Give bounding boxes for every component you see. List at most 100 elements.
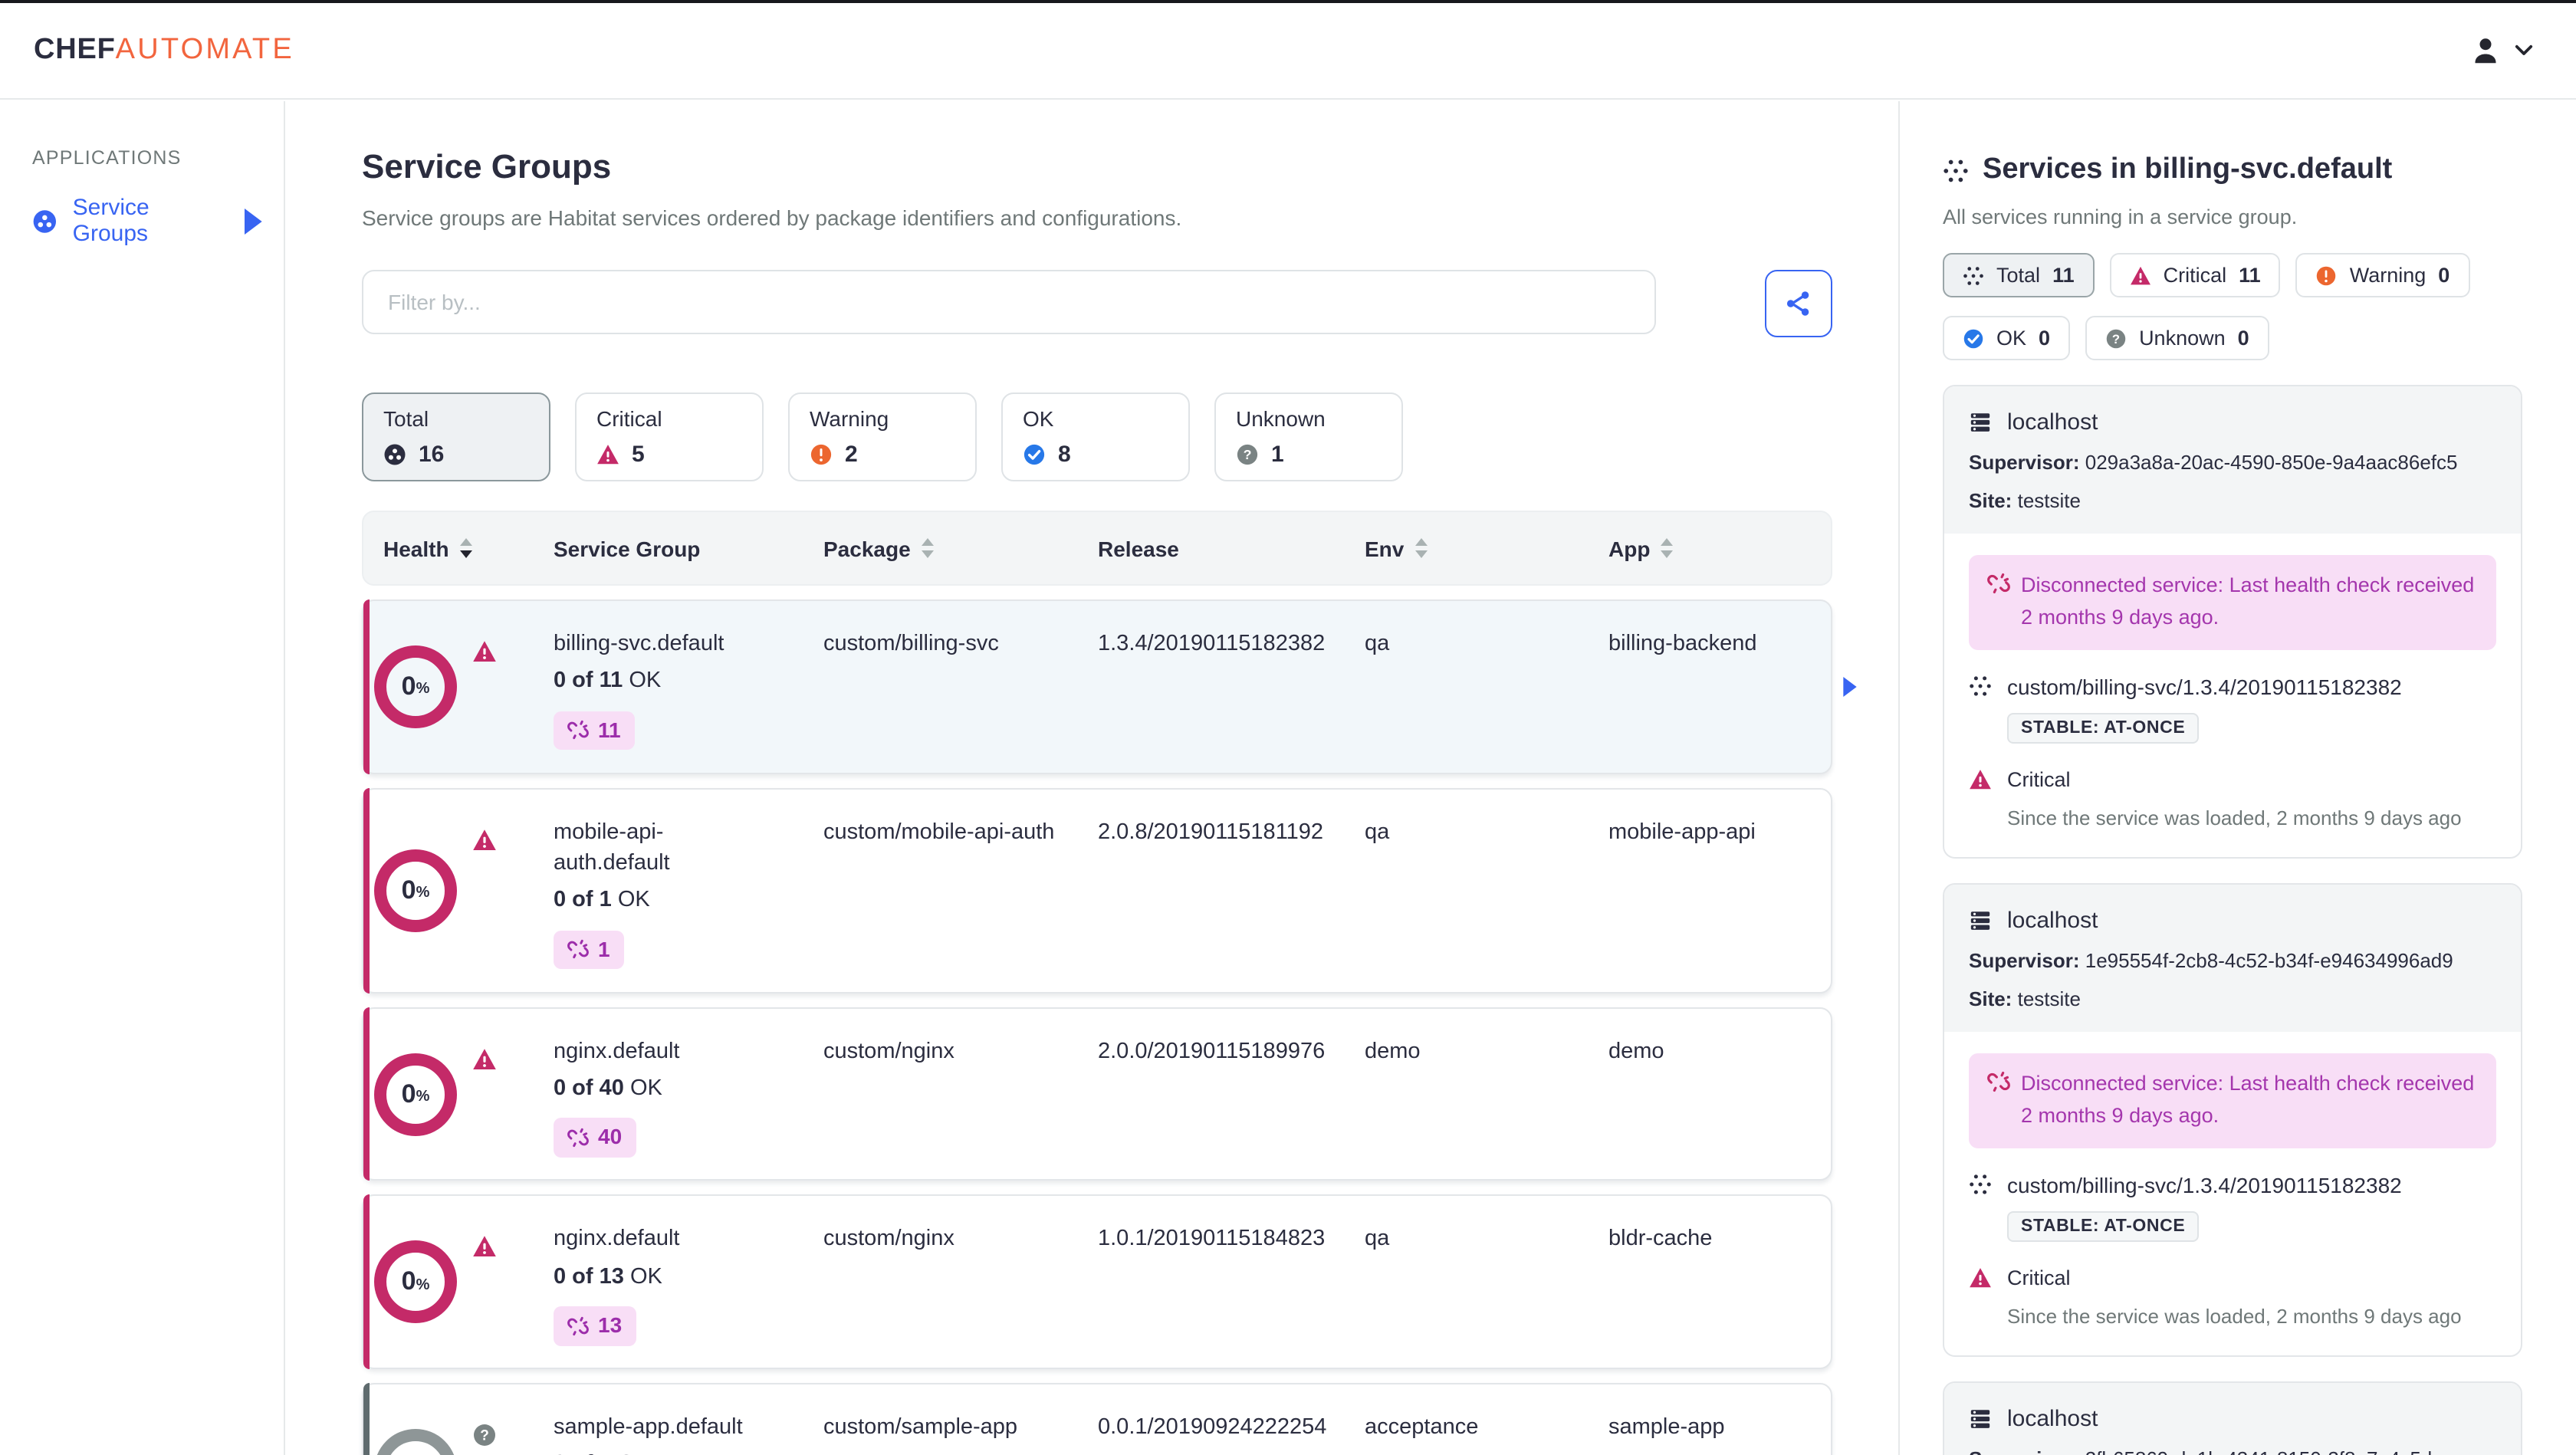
server-icon [1969,909,1992,932]
panel-status-pill[interactable]: Total 11 [1943,253,2095,297]
share-icon [1785,290,1812,317]
release-cell: 0.0.1/20190924222254 [1098,1415,1327,1440]
chef-automate-logo[interactable]: CHEFAUTOMATE [34,34,294,67]
panel-status-pill[interactable]: Critical 11 [2109,253,2281,297]
page-subtitle: Service groups are Habitat services orde… [362,205,1182,230]
host-name: localhost [2007,907,2098,934]
column-header: Service Group [554,536,701,560]
services-icon [1963,264,1984,286]
warning-icon [810,443,833,466]
panel-status-pill[interactable]: ? Unknown 0 [2085,316,2269,360]
panel-status-pill[interactable]: Warning 0 [2295,253,2470,297]
share-button[interactable] [1765,270,1832,337]
health-donut: 0% [374,1053,457,1136]
disconnected-count-badge: 11 [554,711,635,750]
ok-ratio: 0 of 13 OK [554,1264,662,1289]
broken-link-icon [567,720,589,741]
server-icon [1969,411,1992,434]
sort-arrows-icon [1661,538,1674,558]
status-filter-card[interactable]: Warning 2 [788,392,977,481]
sidebar-section-label: APPLICATIONS [32,147,182,169]
env-cell: qa [1365,819,1390,845]
status-filter-card[interactable]: Total 16 [362,392,550,481]
status-filter-card[interactable]: Critical 5 [575,392,764,481]
service-group-rows: 0% billing-svc.default 0 of 11 OK 11 cus… [362,599,1857,1455]
status-count: 5 [632,442,645,468]
pill-count: 0 [2039,327,2051,350]
sidebar-items: Service Groups [32,195,265,247]
package-cell: custom/mobile-api-auth [823,819,1055,845]
row-open-caret[interactable] [1843,676,1857,697]
critical-icon [2130,264,2151,286]
panel-status-pill[interactable]: OK 0 [1943,316,2071,360]
service-groups-main: Service Groups Service groups are Habita… [287,101,1898,1455]
service-group-row[interactable]: 0% nginx.default 0 of 13 OK 13 custom/ng… [362,1194,1832,1370]
status-filter-card[interactable]: Unknown ? 1 [1214,392,1403,481]
health-since: Since the service was loaded, 2 months 9… [2007,1304,2462,1328]
column-header[interactable]: App [1608,536,1831,560]
release-cell: 1.0.1/20190115184823 [1098,1227,1326,1252]
status-count: 16 [419,442,445,468]
service-group-cell: billing-svc.default 0 of 11 OK 11 [554,601,823,772]
supervisor-line: Supervisor: 2fb65869-de1b-4341-8150-3f8a… [1969,1447,2496,1455]
status-count: 8 [1058,442,1071,468]
host-card-body: Disconnected service: Last health check … [1944,534,2521,857]
services-icon [1969,1173,1992,1196]
critical-icon [472,1046,497,1071]
app-cell: sample-app [1608,1415,1725,1440]
service-package: custom/billing-svc/1.3.4/20190115182382 [1969,675,2496,699]
package-cell: custom/sample-app [823,1415,1018,1440]
top-navigation-bar: CHEFAUTOMATE [0,3,2576,100]
site-line: Site: testsite [1969,987,2081,1010]
app-cell: demo [1608,1039,1664,1064]
service-group-name: sample-app.default [554,1415,743,1440]
service-group-name: billing-svc.default [554,632,724,656]
panel-title-text: Services in billing-svc.default [1983,153,2393,186]
svg-text:?: ? [1244,447,1252,462]
chef-automate-app: CHEFAUTOMATE APPLICATIONS Service Groups… [0,0,2576,1455]
disconnected-count-badge: 40 [554,1118,636,1158]
sidebar-item-label: Service Groups [72,195,150,247]
service-host-card: localhost Supervisor: 1e95554f-2cb8-4c52… [1943,882,2522,1357]
service-host-card: localhost Supervisor: 2fb65869-de1b-4341… [1943,1381,2522,1455]
env-cell: acceptance [1365,1415,1479,1440]
column-header[interactable]: Health [363,536,554,560]
broken-link-icon [567,939,589,961]
service-group-name: mobile-api-auth.default [554,819,670,875]
broken-link-icon [1987,572,2010,595]
filter-toolbar [362,270,1832,337]
ok-icon [1963,327,1984,349]
env-cell: demo [1365,1039,1421,1064]
package-cell: custom/nginx [823,1227,955,1252]
service-group-cell: nginx.default 0 of 40 OK 40 [554,1008,823,1179]
disconnected-count-badge: 1 [554,930,624,970]
logo-automate: AUTOMATE [115,34,294,66]
service-group-row[interactable]: 0% ? sample-app.default 0 of 1 OK 1 cust… [362,1383,1832,1455]
column-header[interactable]: Package [823,536,1098,560]
update-strategy-chip: STABLE: AT-ONCE [2007,712,2200,744]
filter-input[interactable] [362,270,1656,334]
service-group-name: nginx.default [554,1039,680,1064]
services-icon [1943,157,1969,183]
column-header[interactable]: Env [1365,536,1608,560]
release-cell: 2.0.8/20190115181192 [1098,819,1324,845]
unknown-icon: ? [472,1423,497,1447]
column-header: Release [1098,536,1179,560]
service-group-row[interactable]: 0% billing-svc.default 0 of 11 OK 11 cus… [362,599,1857,774]
service-group-row[interactable]: 0% mobile-api-auth.default 0 of 1 OK 1 c… [362,787,1832,994]
person-icon [2470,35,2501,66]
services-side-panel: Services in billing-svc.default All serv… [1898,101,2576,1455]
sidebar-item-service-groups[interactable]: Service Groups [32,195,265,247]
user-menu[interactable] [2470,35,2542,66]
service-group-row[interactable]: 0% nginx.default 0 of 40 OK 40 custom/ng… [362,1007,1832,1181]
sort-arrows-icon [1414,538,1428,558]
critical-icon [472,827,497,852]
critical-icon [596,443,619,466]
status-filter-card[interactable]: OK 8 [1001,392,1190,481]
warning-icon [2316,264,2338,286]
pill-count: 11 [2239,264,2261,287]
service-group-cell: mobile-api-auth.default 0 of 1 OK 1 [554,789,823,991]
service-group-name: nginx.default [554,1227,680,1252]
sidebar: APPLICATIONS Service Groups [0,101,285,1455]
app-cell: billing-backend [1608,632,1757,656]
